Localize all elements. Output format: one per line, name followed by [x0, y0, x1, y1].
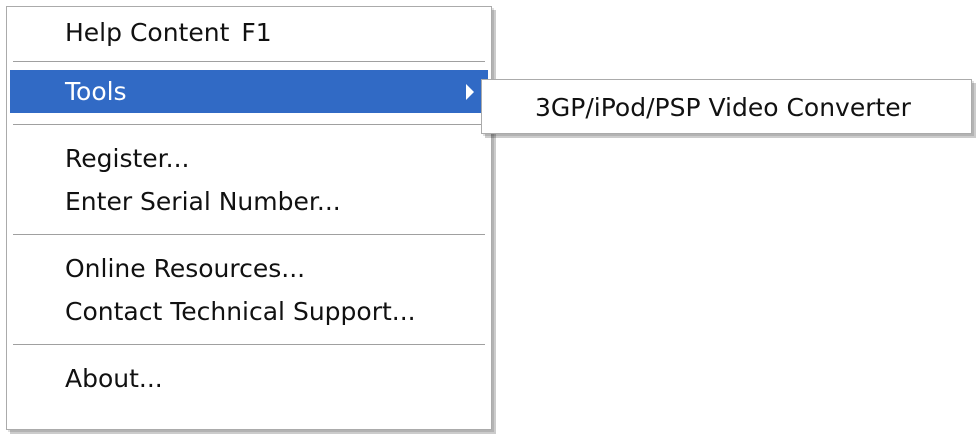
submenu-item-video-converter[interactable]: 3GP/iPod/PSP Video Converter: [485, 84, 968, 131]
help-content-shortcut: F1: [241, 18, 272, 47]
tools-label: Tools: [65, 77, 127, 106]
register-label: Register...: [65, 144, 190, 173]
help-content-label: Help Content: [65, 18, 230, 47]
menu-item-enter-serial-number[interactable]: Enter Serial Number...: [10, 180, 488, 223]
online-resources-label: Online Resources...: [65, 254, 306, 283]
menu-item-tools[interactable]: Tools: [10, 70, 488, 113]
submenu-arrow-icon: [466, 83, 474, 100]
menu-item-contact-technical-support[interactable]: Contact Technical Support...: [10, 290, 488, 333]
help-menu: Help Content F1 Tools Register... Enter S…: [6, 6, 492, 430]
menu-item-about[interactable]: About...: [10, 357, 488, 400]
menu-item-help-content[interactable]: Help Content F1: [10, 11, 488, 54]
screen: Help Content F1 Tools Register... Enter S…: [0, 0, 976, 435]
menu-separator: [10, 113, 488, 137]
menu-separator: [10, 333, 488, 357]
enter-serial-label: Enter Serial Number...: [65, 187, 341, 216]
tools-submenu: 3GP/iPod/PSP Video Converter: [481, 79, 972, 134]
about-label: About...: [65, 364, 163, 393]
menu-item-register[interactable]: Register...: [10, 137, 488, 180]
menu-separator: [10, 223, 488, 247]
menu-item-online-resources[interactable]: Online Resources...: [10, 247, 488, 290]
contact-support-label: Contact Technical Support...: [65, 297, 416, 326]
menu-separator: [10, 54, 488, 70]
video-converter-label: 3GP/iPod/PSP Video Converter: [535, 93, 911, 122]
